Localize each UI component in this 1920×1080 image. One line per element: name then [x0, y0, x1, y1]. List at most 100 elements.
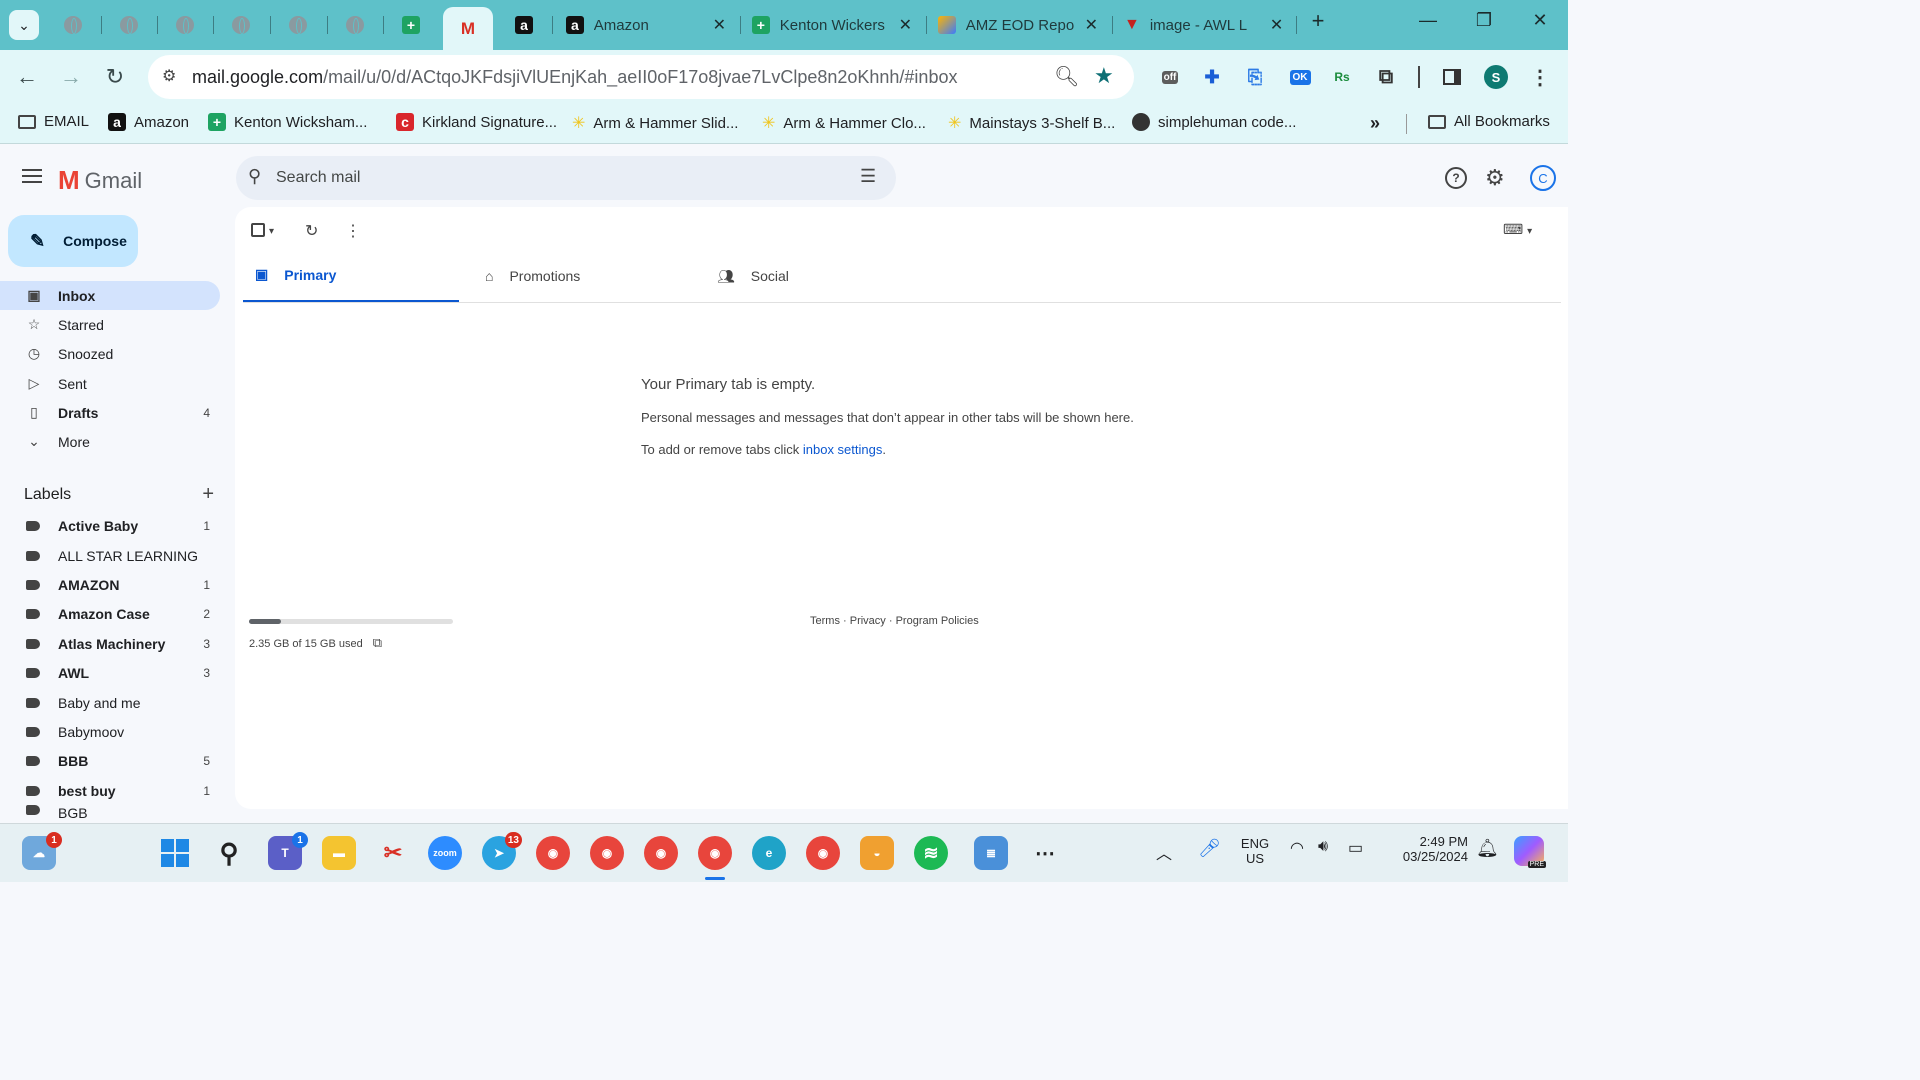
tab-gmail-active[interactable]: M	[443, 7, 493, 51]
edge-icon[interactable]: e	[752, 836, 786, 870]
ext-plus-circle-icon[interactable]: ✚	[1200, 65, 1224, 89]
minimize-button[interactable]: —	[1408, 10, 1448, 31]
label-item[interactable]: AWL 3	[0, 658, 220, 687]
bookmark-arm-hammer-clo[interactable]: ✳ Arm & Hammer Clo...	[762, 113, 926, 133]
help-icon[interactable]: ?	[1445, 167, 1467, 189]
tab-amz-eod[interactable]: AMZ EOD Repo ✕	[928, 8, 1108, 42]
show-hidden-icons-chevron-icon[interactable]: ︿	[1156, 840, 1172, 864]
privacy-link[interactable]: Privacy	[850, 615, 886, 627]
input-tools-button[interactable]: ⌨ ▾	[1503, 221, 1532, 238]
clock[interactable]: 2:49 PM 03/25/2024	[1388, 834, 1468, 864]
close-icon[interactable]: ✕	[1270, 15, 1283, 35]
inbox-settings-link[interactable]: inbox settings	[803, 442, 883, 457]
label-item[interactable]: ALL STAR LEARNING	[0, 541, 220, 570]
chrome-active-icon[interactable]: ◉	[698, 836, 732, 870]
tab-image-awl[interactable]: ▼ image - AWL L ✕	[1114, 8, 1294, 42]
bookmark-kirkland[interactable]: c Kirkland Signature...	[396, 113, 557, 131]
tab-social[interactable]: 👥︎ Social	[705, 249, 921, 303]
new-tab-button[interactable]: +	[1298, 8, 1338, 34]
bookmark-arm-hammer-slid[interactable]: ✳ Arm & Hammer Slid...	[572, 113, 738, 133]
reload-button[interactable]: ↻	[100, 64, 130, 90]
more-apps-icon[interactable]: ⋯	[1028, 836, 1062, 870]
nav-starred[interactable]: ☆ Starred	[0, 310, 220, 339]
microphone-icon[interactable]: 🎤︎	[1198, 838, 1221, 859]
label-item[interactable]: Atlas Machinery 3	[0, 629, 220, 658]
nav-sent[interactable]: ▷ Sent	[0, 369, 220, 398]
chrome-profile-1-icon[interactable]: ◉	[536, 836, 570, 870]
spotify-icon[interactable]: ≋	[914, 836, 948, 870]
label-item[interactable]: AMAZON 1	[0, 570, 220, 599]
gmail-logo[interactable]: M Gmail	[58, 165, 142, 196]
wifi-icon[interactable]: ◠	[1290, 838, 1304, 858]
notepad-icon[interactable]: ≣	[974, 836, 1008, 870]
bookmark-amazon[interactable]: a Amazon	[108, 113, 189, 131]
ext-clip-icon[interactable]: ⎘	[1243, 65, 1267, 89]
battery-icon[interactable]: ▭	[1348, 838, 1363, 858]
windows-start-icon[interactable]	[158, 836, 192, 870]
nav-more[interactable]: ⌄ More	[0, 427, 220, 456]
bookmark-email[interactable]: EMAIL	[18, 113, 89, 130]
close-icon[interactable]: ✕	[713, 15, 726, 35]
language-indicator[interactable]: ENG US	[1238, 836, 1272, 866]
tab-sheets[interactable]: +	[383, 8, 439, 42]
label-item[interactable]: Baby and me	[0, 688, 220, 717]
tab-globe-1[interactable]	[45, 8, 101, 42]
file-explorer-icon[interactable]: ▬	[322, 836, 356, 870]
address-bar[interactable]: ⚙ mail.google.com/mail/u/0/d/ACtqoJKFdsj…	[148, 55, 1134, 99]
close-icon[interactable]: ✕	[899, 15, 912, 35]
tab-amazon[interactable]: a Amazon ✕	[556, 8, 736, 42]
refresh-button[interactable]: ↻	[305, 221, 318, 241]
terms-link[interactable]: Terms	[810, 615, 840, 627]
more-bookmarks-chevron-icon[interactable]: »	[1370, 113, 1380, 134]
extensions-puzzle-icon[interactable]: ⧉	[1374, 65, 1398, 89]
search-input[interactable]: Search mail	[276, 169, 360, 187]
chrome-profile-2-icon[interactable]: ◉	[590, 836, 624, 870]
side-panel-icon[interactable]	[1440, 65, 1464, 89]
program-policies-link[interactable]: Program Policies	[896, 615, 979, 627]
label-item[interactable]: Active Baby 1	[0, 511, 220, 540]
copilot-icon[interactable]: PRE	[1514, 836, 1546, 868]
profile-avatar[interactable]: S	[1484, 65, 1508, 89]
search-icon[interactable]: ⚲	[248, 166, 261, 187]
site-info-icon[interactable]: ⚙	[162, 66, 176, 86]
add-label-plus-icon[interactable]: +	[202, 483, 214, 506]
tab-globe-2[interactable]	[101, 8, 157, 42]
open-external-icon[interactable]: ⧉	[373, 635, 382, 650]
tab-primary[interactable]: ▣ Primary	[243, 249, 459, 303]
zoom-search-icon[interactable]: 🔍︎	[1054, 64, 1079, 89]
search-mail-bar[interactable]: ⚲ Search mail ☰	[236, 156, 896, 200]
more-actions-icon[interactable]: ⋮	[345, 221, 361, 241]
select-checkbox[interactable]: ▾	[251, 221, 274, 239]
volume-icon[interactable]: 🔊︎	[1318, 838, 1328, 856]
tab-amazon-pinned[interactable]: a	[496, 8, 552, 42]
tab-globe-5[interactable]	[270, 8, 326, 42]
ext-rs-button[interactable]: Rs	[1330, 65, 1354, 89]
app-bucket-icon[interactable]: ◒	[860, 836, 894, 870]
snipping-tool-icon[interactable]: ✂	[376, 836, 410, 870]
all-bookmarks-button[interactable]: All Bookmarks	[1428, 113, 1550, 130]
restore-button[interactable]: ❐	[1464, 10, 1504, 31]
label-item[interactable]: Amazon Case 2	[0, 599, 220, 628]
compose-button[interactable]: ✎ Compose	[8, 215, 138, 267]
back-button[interactable]: ←	[12, 64, 42, 90]
label-item[interactable]: Babymoov	[0, 717, 220, 746]
notifications-bell-icon[interactable]: 🔔︎	[1476, 838, 1499, 859]
telegram-icon[interactable]: ➤ 13	[482, 832, 522, 870]
bookmark-kenton[interactable]: + Kenton Wicksham...	[208, 113, 367, 131]
taskbar-search-icon[interactable]: ⚲	[212, 836, 246, 870]
nav-snoozed[interactable]: ◷ Snoozed	[0, 339, 220, 368]
chrome-profile-3-icon[interactable]: ◉	[644, 836, 678, 870]
chrome-profile-4-icon[interactable]: ◉	[806, 836, 840, 870]
settings-gear-icon[interactable]: ⚙	[1485, 165, 1505, 191]
teams-icon[interactable]: T1	[268, 832, 308, 870]
label-item[interactable]: BBB 5	[0, 746, 220, 775]
tab-globe-6[interactable]	[327, 8, 383, 42]
label-item[interactable]: BGB	[0, 805, 220, 823]
account-avatar[interactable]: C	[1530, 165, 1556, 191]
chrome-menu-icon[interactable]: ⋮	[1528, 65, 1552, 89]
zoom-icon[interactable]: zoom	[428, 836, 462, 870]
bookmark-star-icon[interactable]: ★	[1094, 63, 1114, 89]
ext-ok-button[interactable]: OK	[1288, 65, 1312, 89]
nav-inbox[interactable]: ▣ Inbox	[0, 281, 220, 310]
nav-drafts[interactable]: ▯ Drafts 4	[0, 398, 220, 427]
